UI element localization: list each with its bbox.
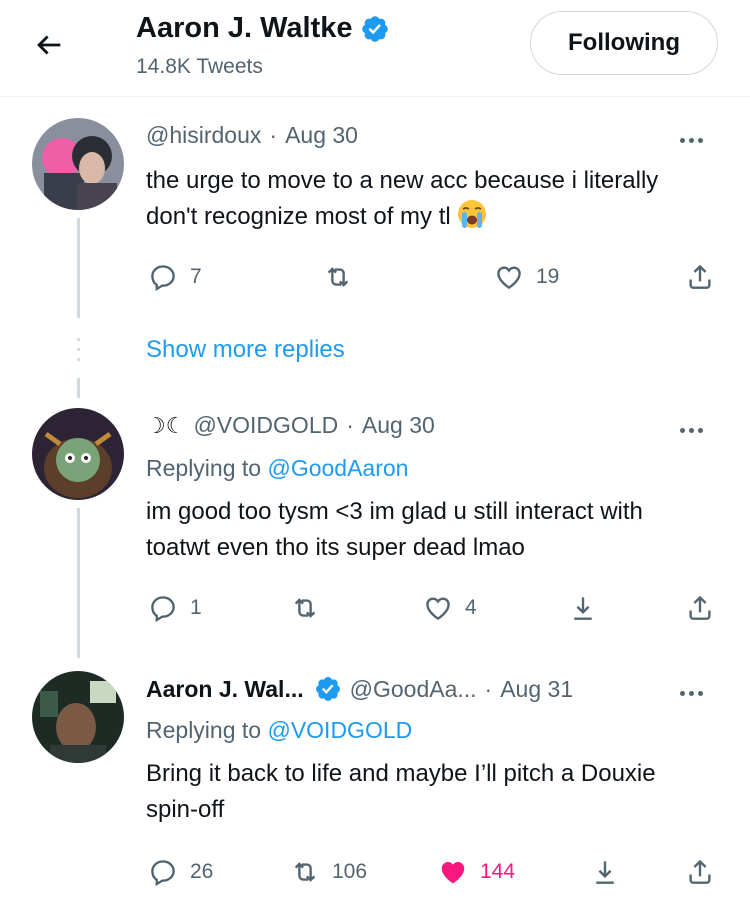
tweet-text: Bring it back to life and maybe I’ll pit… bbox=[146, 760, 656, 823]
profile-name: Aaron J. Waltke bbox=[136, 12, 353, 44]
retweet-icon bbox=[294, 862, 316, 882]
like-button[interactable]: 144 bbox=[438, 857, 515, 887]
separator: · bbox=[269, 122, 278, 148]
bookmark-button[interactable] bbox=[590, 857, 620, 887]
like-button[interactable]: 4 bbox=[423, 593, 477, 623]
like-count: 19 bbox=[536, 265, 560, 288]
show-more-replies-link[interactable]: Show more replies bbox=[146, 336, 345, 364]
retweet-button[interactable] bbox=[290, 593, 332, 623]
download-icon bbox=[596, 861, 614, 884]
verified-badge-icon bbox=[362, 15, 389, 42]
display-name[interactable]: Aaron J. Wal... bbox=[146, 676, 304, 703]
replying-to: Replying to @GoodAaron bbox=[146, 455, 409, 481]
thread-line bbox=[77, 508, 80, 658]
tweet-text: the urge to move to a new acc because i … bbox=[146, 167, 659, 230]
reply-button[interactable]: 26 bbox=[148, 857, 213, 887]
retweet-icon bbox=[294, 598, 316, 618]
reply-count: 7 bbox=[190, 265, 202, 288]
tweet-handle[interactable]: @VOIDGOLD bbox=[193, 412, 338, 439]
separator: · bbox=[484, 675, 493, 702]
tweet-date[interactable]: Aug 31 bbox=[500, 676, 573, 703]
like-button[interactable]: 19 bbox=[494, 262, 559, 292]
profile-header: Aaron J. Waltke 14.8K Tweets Following bbox=[0, 0, 750, 97]
display-name[interactable]: ☽☾ bbox=[146, 413, 185, 439]
bookmark-button[interactable] bbox=[568, 593, 598, 623]
thread-gap-dots bbox=[77, 338, 80, 368]
back-arrow-icon[interactable] bbox=[32, 28, 66, 62]
loudly-crying-face-icon bbox=[458, 200, 487, 228]
page-title: Aaron J. Waltke bbox=[136, 12, 390, 45]
share-button[interactable] bbox=[685, 262, 715, 292]
retweet-button[interactable] bbox=[323, 262, 365, 292]
avatar[interactable] bbox=[32, 118, 124, 210]
tweet-handle[interactable]: @GoodAa... bbox=[350, 676, 477, 703]
like-count: 144 bbox=[480, 860, 516, 883]
tweet-handle[interactable]: @hisirdoux bbox=[146, 122, 261, 149]
reply-count: 26 bbox=[190, 860, 214, 883]
share-icon bbox=[689, 264, 711, 289]
tweet-meta: @hisirdoux · Aug 30 bbox=[146, 122, 358, 149]
reply-icon bbox=[151, 265, 175, 292]
download-icon bbox=[574, 597, 592, 620]
reply-button[interactable]: 7 bbox=[148, 262, 202, 292]
following-button[interactable]: Following bbox=[530, 11, 718, 75]
thread-line bbox=[77, 218, 80, 318]
tweet-meta: ☽☾ @VOIDGOLD · Aug 30 bbox=[146, 412, 435, 439]
share-button[interactable] bbox=[685, 857, 715, 887]
reply-icon bbox=[151, 860, 175, 887]
more-options-icon[interactable] bbox=[680, 130, 716, 150]
replying-to-link[interactable]: @VOIDGOLD bbox=[267, 717, 412, 743]
tweet-text: im good too tysm <3 im glad u still inte… bbox=[146, 498, 643, 561]
retweet-count: 106 bbox=[332, 860, 368, 883]
heart-icon bbox=[426, 597, 450, 621]
reply-button[interactable]: 1 bbox=[148, 593, 202, 623]
verified-badge-icon bbox=[315, 677, 340, 701]
reply-count: 1 bbox=[190, 596, 202, 619]
heart-icon bbox=[497, 266, 521, 290]
tweet-meta: Aaron J. Wal... @GoodAa... · Aug 31 bbox=[146, 675, 573, 703]
retweet-icon bbox=[327, 267, 349, 287]
separator: · bbox=[346, 412, 354, 438]
reply-icon bbox=[151, 596, 175, 623]
more-options-icon[interactable] bbox=[680, 420, 716, 440]
tweet-date[interactable]: Aug 30 bbox=[362, 412, 435, 439]
replying-to: Replying to @VOIDGOLD bbox=[146, 717, 413, 743]
share-icon bbox=[689, 859, 711, 884]
avatar[interactable] bbox=[32, 408, 124, 500]
share-icon bbox=[689, 595, 711, 620]
tweet-date[interactable]: Aug 30 bbox=[285, 122, 358, 149]
like-count: 4 bbox=[465, 596, 477, 619]
thread-line bbox=[77, 378, 80, 398]
avatar[interactable] bbox=[32, 671, 124, 763]
tweet-count: 14.8K Tweets bbox=[136, 55, 263, 78]
replying-to-link[interactable]: @GoodAaron bbox=[267, 455, 408, 481]
retweet-button[interactable]: 106 bbox=[290, 857, 367, 887]
share-button[interactable] bbox=[685, 593, 715, 623]
heart-filled-icon bbox=[441, 862, 465, 884]
more-options-icon[interactable] bbox=[680, 683, 716, 703]
